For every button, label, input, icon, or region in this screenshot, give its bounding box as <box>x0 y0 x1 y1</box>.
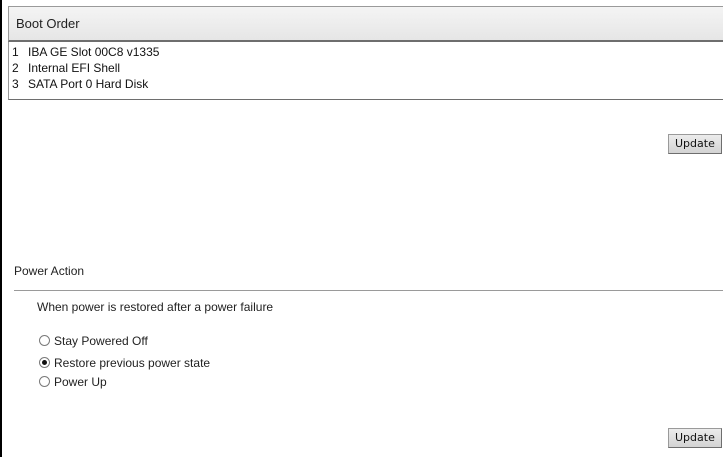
radio-restore-previous-power-state[interactable]: Restore previous power state <box>39 355 210 371</box>
boot-order-update-button[interactable]: Update <box>668 134 722 154</box>
boot-order-item-label: Internal EFI Shell <box>28 61 121 75</box>
boot-order-item[interactable]: 1 IBA GE Slot 00C8 v1335 <box>12 44 159 60</box>
boot-order-list[interactable]: 1 IBA GE Slot 00C8 v1335 2 Internal EFI Sh… <box>8 42 723 100</box>
radio-stay-powered-off[interactable]: Stay Powered Off <box>39 333 148 349</box>
boot-order-item-number: 1 <box>12 45 19 59</box>
boot-order-title: Boot Order <box>16 16 80 31</box>
page-frame: Boot Order 1 IBA GE Slot 00C8 v1335 2 Inte… <box>0 0 723 457</box>
power-action-title: Power Action <box>14 264 85 278</box>
radio-power-up[interactable]: Power Up <box>39 374 107 390</box>
radio-label: Stay Powered Off <box>54 334 148 348</box>
radio-label: Restore previous power state <box>54 356 211 370</box>
radio-button[interactable] <box>39 335 50 346</box>
radio-label: Power Up <box>54 375 107 389</box>
boot-order-item-label: SATA Port 0 Hard Disk <box>28 77 149 91</box>
radio-button[interactable] <box>39 376 50 387</box>
boot-order-item[interactable]: 2 Internal EFI Shell <box>12 60 120 76</box>
power-action-divider <box>14 290 723 291</box>
boot-order-item-number: 3 <box>12 77 19 91</box>
radio-button-checked[interactable] <box>39 357 50 368</box>
power-action-update-button[interactable]: Update <box>668 428 722 448</box>
boot-order-header: Boot Order <box>8 6 723 42</box>
boot-order-item[interactable]: 3 SATA Port 0 Hard Disk <box>12 76 148 92</box>
boot-order-item-label: IBA GE Slot 00C8 v1335 <box>28 45 160 59</box>
boot-order-item-number: 2 <box>12 61 19 75</box>
power-action-description: When power is restored after a power fai… <box>37 300 274 314</box>
